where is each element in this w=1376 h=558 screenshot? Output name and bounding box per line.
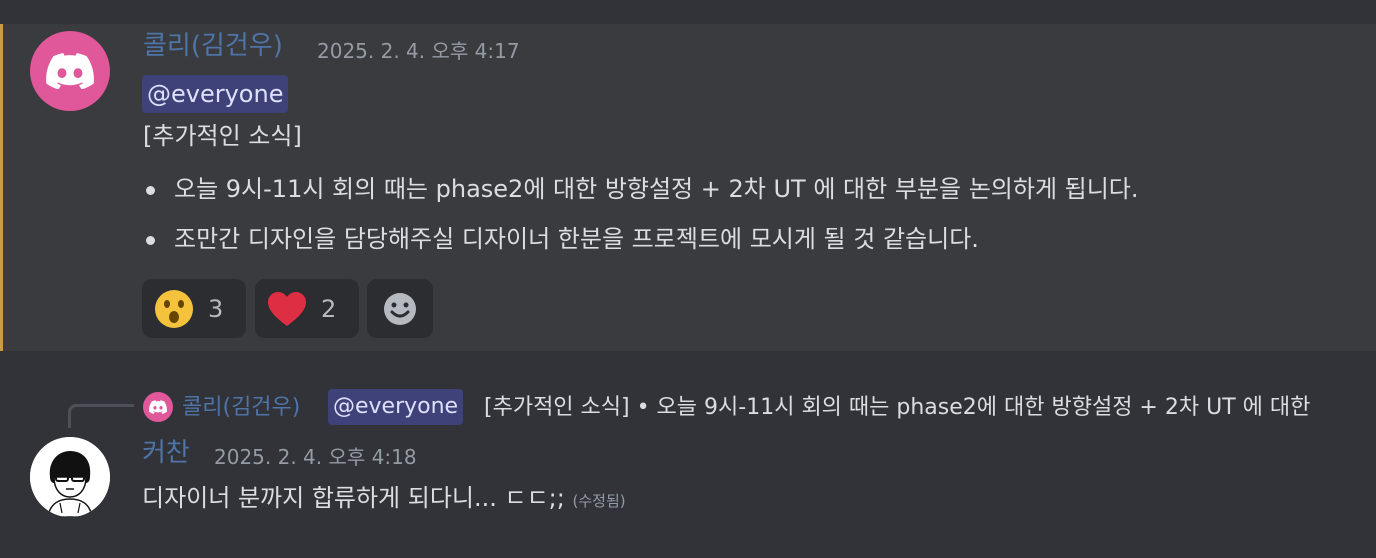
reply-everyone-mention[interactable]: @everyone [328,389,464,425]
reaction-count-heart: 2 [321,294,337,323]
reaction-surprised[interactable]: 3 [142,279,246,338]
message-2-content: 디자이너 분까지 합류하게 되다니... ㄷㄷ;; (수정됨) [142,481,626,518]
message-text: 디자이너 분까지 합류하게 되다니... ㄷㄷ;; [142,484,565,512]
message-timestamp[interactable]: 2025. 2. 4. 오후 4:18 [214,441,417,473]
bullet-text-1: 오늘 9시-11시 회의 때는 phase2에 대한 방향설정 + 2차 UT … [174,175,1139,203]
reply-preview-text[interactable]: [추가적인 소식] • 오늘 9시-11시 회의 때는 phase2에 대한 방… [484,391,1310,425]
edited-label: (수정됨) [572,492,626,510]
author-avatar[interactable] [30,31,110,111]
surprised-face-icon [155,289,193,328]
add-reaction-smiley-icon [384,292,416,325]
user-avatar[interactable] [30,437,110,517]
message-1[interactable]: 콜리(김건우) 2025. 2. 4. 오후 4:17 @everyone [추… [0,24,1376,351]
author-name[interactable]: 커찬 [142,437,190,469]
reply-author-avatar[interactable] [143,392,173,422]
reply-connector-line [68,404,134,428]
everyone-mention[interactable]: @everyone [142,75,289,113]
bullet-dot-1 [146,186,155,195]
red-heart-icon [268,291,306,326]
bullet-text-2: 조만간 디자인을 담당해주실 디자이너 한분을 프로젝트에 모시게 될 것 같습… [174,225,979,253]
author-name[interactable]: 콜리(김건우) [143,30,283,62]
user-portrait-icon [30,437,110,517]
reply-author-name[interactable]: 콜리(김건우) [182,391,300,425]
discord-logo-icon [149,400,167,414]
add-reaction-button[interactable] [367,279,433,338]
message-timestamp[interactable]: 2025. 2. 4. 오후 4:17 [317,35,520,67]
message-heading: [추가적인 소식] [143,122,302,150]
reaction-count-surprised: 3 [208,294,224,323]
discord-logo-icon [46,53,94,89]
bullet-dot-2 [146,236,155,245]
reaction-heart[interactable]: 2 [255,279,359,338]
top-strip [0,0,1376,24]
